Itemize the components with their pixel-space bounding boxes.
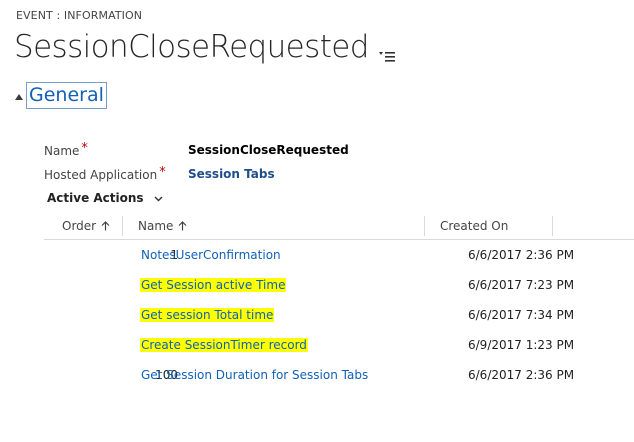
form-selector-button[interactable] bbox=[378, 51, 395, 62]
column-separator[interactable] bbox=[424, 216, 425, 236]
column-name-label: Name bbox=[138, 219, 174, 233]
section-general-toggle[interactable]: General bbox=[15, 82, 107, 109]
breadcrumb: EVENT : INFORMATION bbox=[16, 9, 143, 22]
sort-ascending-icon bbox=[178, 221, 187, 231]
column-header-name[interactable]: Name bbox=[138, 219, 187, 233]
name-label-text: Name bbox=[44, 144, 80, 158]
sort-ascending-icon bbox=[101, 221, 110, 231]
table-row[interactable]: 1 NotesUserConfirmation 6/6/2017 2:36 PM bbox=[44, 240, 634, 270]
column-created-on-label: Created On bbox=[440, 219, 509, 233]
action-name-link[interactable]: Get session Total time bbox=[140, 308, 275, 322]
created-on-cell: 6/6/2017 2:36 PM bbox=[468, 368, 575, 382]
hosted-application-label-text: Hosted Application bbox=[44, 168, 158, 182]
collapse-triangle-icon bbox=[15, 93, 23, 100]
name-field[interactable]: SessionCloseRequested bbox=[188, 143, 349, 157]
created-on-cell: 6/6/2017 2:36 PM bbox=[468, 248, 575, 262]
hosted-application-label: Hosted Application * bbox=[44, 165, 166, 183]
page-title: SessionCloseRequested bbox=[14, 29, 369, 65]
column-header-order[interactable]: Order bbox=[62, 219, 110, 233]
required-asterisk: * bbox=[81, 141, 88, 156]
action-name-link[interactable]: Get Session active Time bbox=[140, 278, 287, 292]
created-on-cell: 6/9/2017 1:23 PM bbox=[468, 338, 575, 352]
column-separator[interactable] bbox=[122, 216, 123, 236]
created-on-cell: 6/6/2017 7:34 PM bbox=[468, 308, 575, 322]
table-row[interactable]: 100 Get Session Duration for Session Tab… bbox=[44, 360, 634, 390]
hosted-application-link[interactable]: Session Tabs bbox=[188, 167, 275, 181]
table-row[interactable]: 10 Get Session active Time 6/6/2017 7:23… bbox=[44, 270, 634, 300]
column-order-label: Order bbox=[62, 219, 97, 233]
chevron-down-icon bbox=[154, 196, 163, 201]
section-title: General bbox=[26, 82, 107, 109]
name-label: Name * bbox=[44, 141, 88, 159]
created-on-cell: 6/6/2017 7:23 PM bbox=[468, 278, 575, 292]
required-asterisk: * bbox=[159, 165, 166, 180]
active-actions-view-selector[interactable]: Active Actions bbox=[47, 191, 163, 205]
title-row: SessionCloseRequested bbox=[14, 25, 395, 69]
grid-header: Order Name Created On bbox=[44, 213, 634, 240]
action-name-link[interactable]: Get Session Duration for Session Tabs bbox=[141, 368, 368, 382]
column-separator[interactable] bbox=[552, 216, 553, 236]
dropdown-menu-icon bbox=[378, 52, 395, 62]
table-row[interactable]: 30 Create SessionTimer record 6/9/2017 1… bbox=[44, 330, 634, 360]
subgrid-title: Active Actions bbox=[47, 191, 144, 205]
table-row[interactable]: 20 Get session Total time 6/6/2017 7:34 … bbox=[44, 300, 634, 330]
action-name-link[interactable]: NotesUserConfirmation bbox=[141, 248, 281, 262]
action-name-link[interactable]: Create SessionTimer record bbox=[140, 338, 308, 352]
column-header-created-on[interactable]: Created On bbox=[440, 219, 508, 233]
